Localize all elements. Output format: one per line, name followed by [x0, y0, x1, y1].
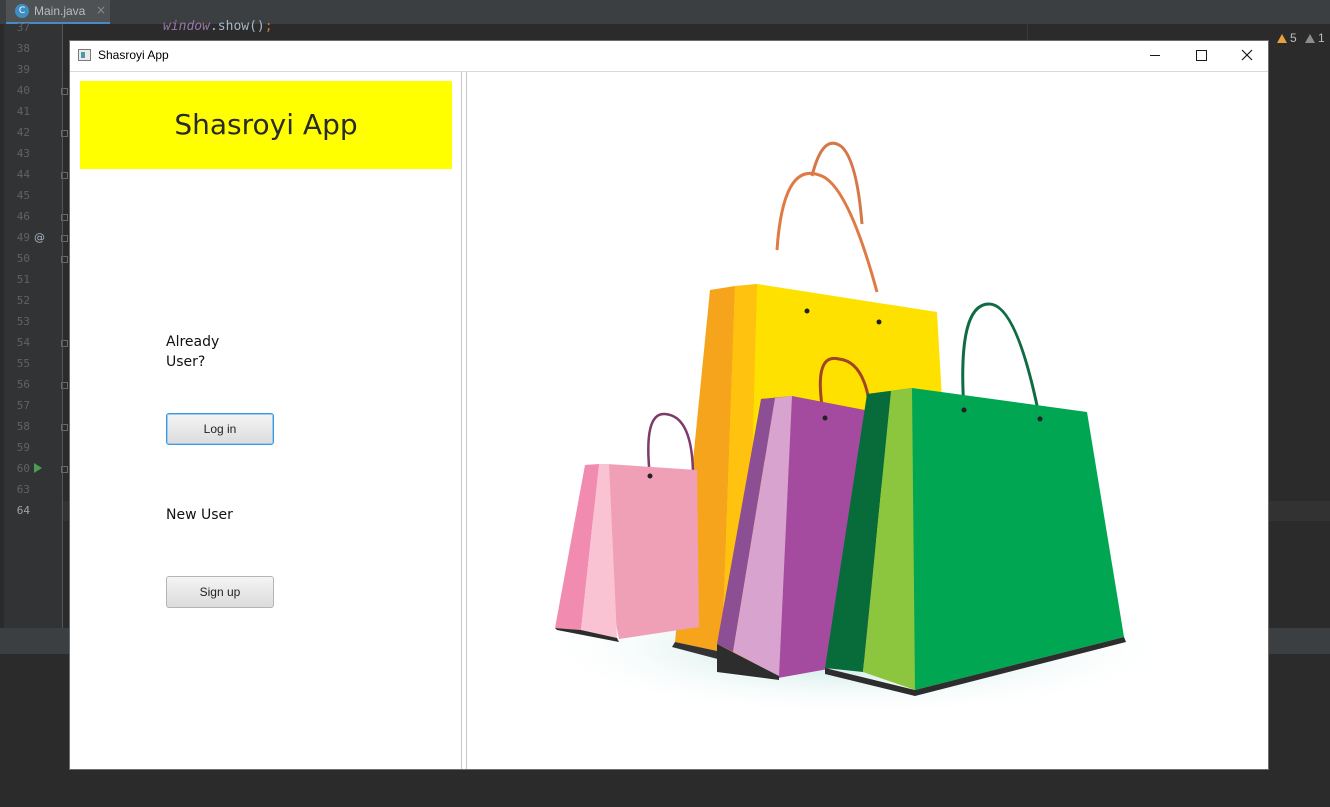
line-number: 56 [16, 378, 30, 391]
line-number: 38 [16, 42, 30, 55]
line-number: 41 [16, 105, 30, 118]
line-number: 58 [16, 420, 30, 433]
signup-button[interactable]: Sign up [166, 576, 274, 608]
left-panel: Shasroyi App Already User? Log in New Us… [70, 72, 461, 769]
maximize-icon [1195, 50, 1207, 61]
line-number: 55 [16, 357, 30, 370]
maximize-button[interactable] [1178, 41, 1224, 71]
line-number: 46 [16, 210, 30, 223]
weak-warning-icon [1305, 34, 1315, 43]
line-number: 63 [16, 483, 30, 496]
line-number: 44 [16, 168, 30, 181]
warnings-indicator[interactable]: 5 [1277, 31, 1297, 45]
line-number: 43 [16, 147, 30, 160]
code-semicolon: ; [264, 19, 273, 34]
existing-user-label: Already User? [166, 334, 220, 370]
line-number: 60 [16, 462, 30, 475]
line-number: 45 [16, 189, 30, 202]
line-number-current: 64 [16, 504, 30, 517]
weak-warnings-count: 1 [1318, 31, 1325, 45]
warnings-count: 5 [1290, 31, 1297, 45]
weak-warnings-indicator[interactable]: 1 [1305, 31, 1325, 45]
line-number: 49 [16, 231, 30, 244]
line-number: 42 [16, 126, 30, 139]
window-titlebar[interactable]: Shasroyi App [70, 41, 1268, 72]
line-number: 59 [16, 441, 30, 454]
code-object: window [163, 19, 210, 34]
line-number: 54 [16, 336, 30, 349]
close-button[interactable] [1224, 41, 1270, 71]
code-line[interactable]: window.show(); [163, 19, 273, 34]
app-window: Shasroyi App Shasroyi App Already User? … [69, 40, 1269, 770]
tab-close-icon[interactable]: × [96, 3, 106, 17]
shopping-bags-image [537, 141, 1177, 717]
close-icon [1241, 49, 1253, 61]
line-number: 53 [16, 315, 30, 328]
image-panel [467, 72, 1268, 769]
app-header-title: Shasroyi App [174, 108, 358, 141]
line-number: 37 [16, 21, 30, 34]
warning-icon [1277, 34, 1287, 43]
java-class-icon: C [15, 4, 29, 18]
right-margin-guide [1027, 24, 1028, 40]
minimize-icon [1150, 55, 1160, 56]
editor-tab-label: Main.java [34, 4, 86, 18]
app-window-icon [78, 49, 91, 61]
login-button[interactable]: Log in [166, 413, 274, 445]
window-title: Shasroyi App [98, 48, 169, 62]
run-gutter-icon[interactable] [34, 463, 42, 473]
code-method: .show() [209, 19, 265, 34]
override-marker-icon[interactable]: @ [34, 231, 45, 244]
editor-gutter: 37 38 39 40 41 42 43 44 45 46 49 50 51 5… [4, 21, 68, 628]
gutter-divider [62, 24, 63, 628]
line-number: 39 [16, 63, 30, 76]
minimize-button[interactable] [1132, 41, 1178, 71]
new-user-label: New User [166, 507, 233, 523]
line-number: 57 [16, 399, 30, 412]
header-banner: Shasroyi App [80, 81, 452, 169]
line-number: 50 [16, 252, 30, 265]
line-number: 52 [16, 294, 30, 307]
line-number: 51 [16, 273, 30, 286]
line-number: 40 [16, 84, 30, 97]
